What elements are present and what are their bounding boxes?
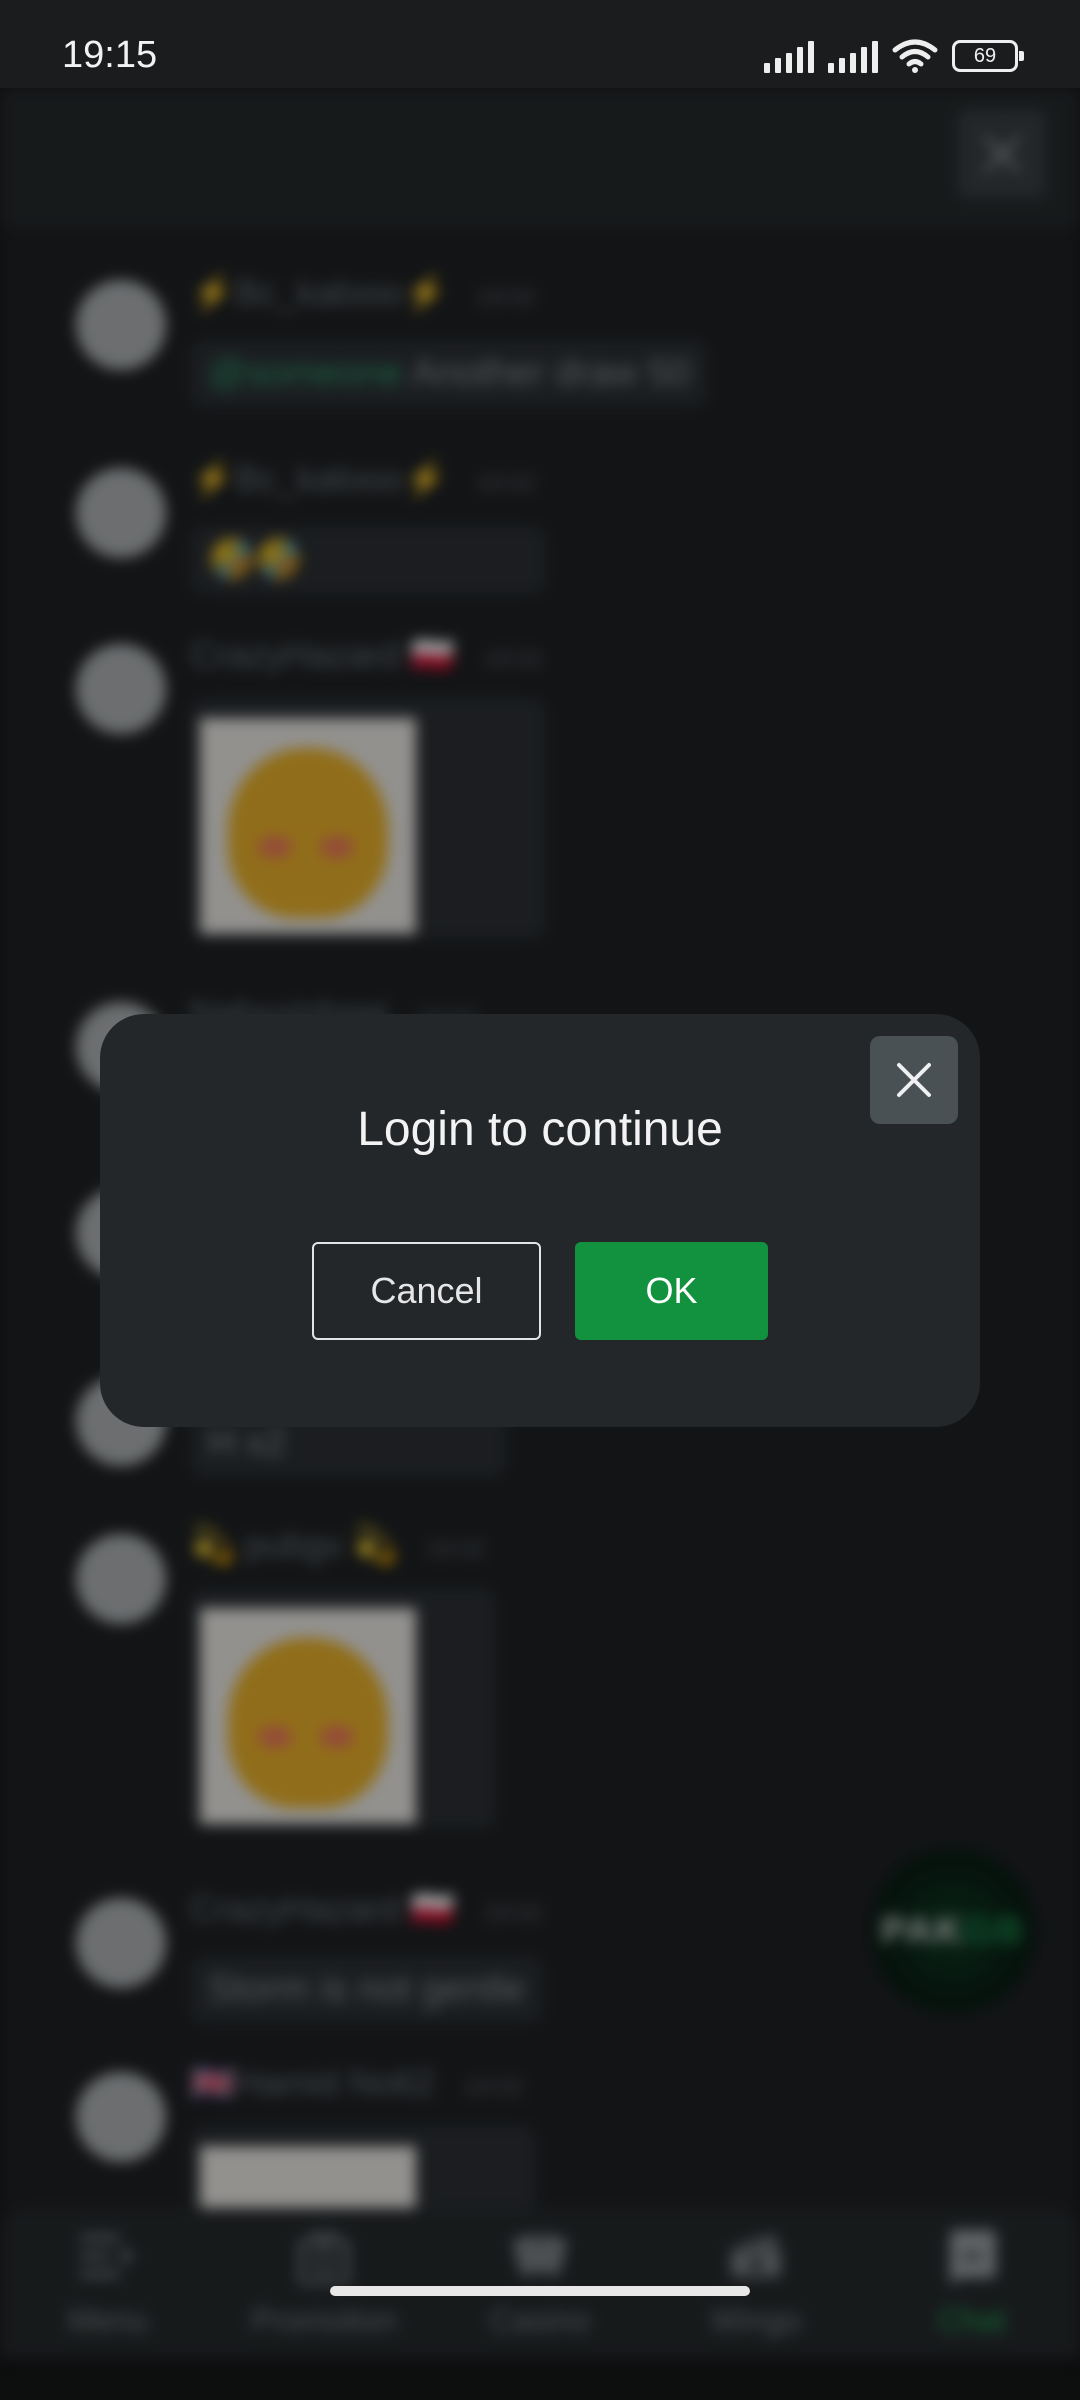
dialog-title: Login to continue <box>357 1103 723 1156</box>
battery-icon: 69 <box>952 40 1024 72</box>
status-bar: 19:15 69 <box>0 0 1080 88</box>
cell-signal-icon-2 <box>828 39 878 73</box>
status-time: 19:15 <box>62 34 158 76</box>
cancel-button[interactable]: Cancel <box>312 1242 541 1340</box>
ok-button[interactable]: OK <box>575 1242 768 1340</box>
status-icons: 69 <box>764 38 1024 74</box>
home-indicator[interactable] <box>330 2286 750 2296</box>
wifi-icon <box>892 39 938 73</box>
login-dialog: Login to continue Cancel OK <box>100 1014 980 1427</box>
cell-signal-icon <box>764 39 814 73</box>
